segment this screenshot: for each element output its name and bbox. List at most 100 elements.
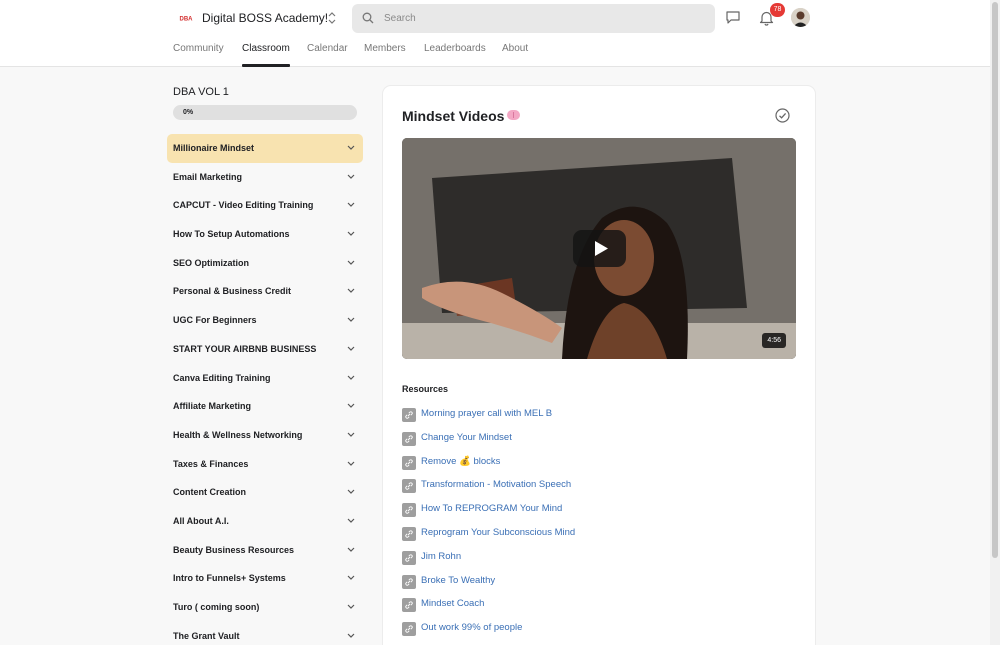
search-bar[interactable] [352, 4, 715, 33]
module-label: Canva Editing Training [173, 372, 271, 383]
module-item[interactable]: START YOUR AIRBNB BUSINESS [167, 335, 363, 364]
chevron-down-icon [347, 317, 355, 322]
link-icon [402, 550, 416, 565]
video-duration: 4:56 [762, 333, 786, 348]
module-label: START YOUR AIRBNB BUSINESS [173, 343, 317, 354]
lesson-title: Mindset Videos [402, 108, 521, 124]
group-logo[interactable]: DBA [177, 11, 195, 25]
module-item[interactable]: How To Setup Automations [167, 220, 363, 249]
resource-link[interactable]: How To REPROGRAM Your Mind [421, 503, 562, 514]
scrollbar-thumb[interactable] [992, 2, 998, 558]
module-item[interactable]: Beauty Business Resources [167, 536, 363, 565]
group-switcher-icon[interactable] [327, 9, 337, 27]
resource-link[interactable]: Morning prayer call with MEL B [421, 408, 552, 419]
chevron-down-icon [347, 403, 355, 409]
module-item[interactable]: Canva Editing Training [167, 364, 363, 393]
module-label: Intro to Funnels+ Systems [173, 573, 286, 584]
module-label: UGC For Beginners [173, 315, 257, 326]
resource-link[interactable]: Out work 99% of people [421, 622, 522, 633]
link-icon [402, 503, 416, 518]
module-item[interactable]: CAPCUT - Video Editing Training [167, 191, 363, 220]
link-icon [402, 598, 416, 613]
module-item[interactable]: Affiliate Marketing [167, 392, 363, 421]
chevron-down-icon [347, 604, 355, 609]
module-item[interactable]: Intro to Funnels+ Systems [167, 564, 363, 593]
link-icon [402, 622, 416, 637]
module-item[interactable]: SEO Optimization [167, 249, 363, 278]
chevron-down-icon [347, 346, 355, 351]
module-list: Millionaire Mindset Email Marketing CAPC… [167, 134, 363, 645]
resource-link[interactable]: Reprogram Your Subconscious Mind [421, 527, 575, 538]
main-nav: Community Classroom Calendar Members Lea… [0, 38, 990, 67]
brain-icon [507, 110, 521, 120]
tab-classroom[interactable]: Classroom [242, 38, 290, 67]
course-title: DBA VOL 1 [173, 86, 229, 98]
module-item[interactable]: Turo ( coming soon) [167, 593, 363, 622]
module-label: How To Setup Automations [173, 229, 290, 240]
module-label: CAPCUT - Video Editing Training [173, 200, 314, 211]
chevron-down-icon [347, 145, 355, 150]
module-label: Health & Wellness Networking [173, 429, 303, 440]
chevron-down-icon [347, 375, 355, 380]
chevron-down-icon [347, 461, 355, 466]
resource-link[interactable]: Jim Rohn [421, 551, 461, 562]
tab-leaderboards[interactable]: Leaderboards [424, 38, 486, 67]
mark-complete-check-icon[interactable] [775, 108, 790, 128]
chevron-down-icon [347, 547, 355, 552]
notification-badge: 78 [770, 3, 785, 17]
module-item[interactable]: UGC For Beginners [167, 306, 363, 335]
chevron-down-icon [347, 489, 355, 495]
resource-link[interactable]: Mindset Coach [421, 598, 484, 609]
module-item[interactable]: Millionaire Mindset [167, 134, 363, 163]
resource-link[interactable]: Transformation - Motivation Speech [421, 479, 571, 490]
play-button[interactable] [573, 230, 626, 267]
module-item[interactable]: Taxes & Finances [167, 450, 363, 479]
chevron-down-icon [347, 633, 355, 638]
avatar[interactable] [791, 8, 810, 27]
search-input[interactable] [384, 4, 704, 33]
chevron-down-icon [347, 289, 355, 294]
chevron-down-icon [347, 575, 355, 581]
top-header: DBA Digital BOSS Academy! 78 [0, 0, 990, 67]
chat-icon[interactable] [725, 10, 741, 30]
module-item[interactable]: Health & Wellness Networking [167, 421, 363, 450]
module-item[interactable]: Personal & Business Credit [167, 277, 363, 306]
module-label: Email Marketing [173, 171, 243, 182]
chevron-down-icon [347, 202, 355, 208]
page-scrollbar[interactable] [990, 0, 1000, 645]
lesson-title-text: Mindset Videos [402, 108, 505, 124]
link-icon [402, 408, 416, 422]
module-label: All About A.I. [173, 515, 229, 526]
tab-about[interactable]: About [502, 38, 528, 67]
chevron-down-icon [347, 260, 355, 265]
module-label: Affiliate Marketing [173, 401, 252, 412]
module-item[interactable]: Content Creation [167, 478, 363, 507]
module-item[interactable]: The Grant Vault [167, 622, 363, 645]
resources-heading: Resources [402, 384, 449, 394]
tab-calendar[interactable]: Calendar [307, 38, 348, 67]
tab-members[interactable]: Members [364, 38, 406, 67]
tab-community[interactable]: Community [173, 38, 224, 67]
link-icon [402, 526, 416, 541]
link-icon [402, 431, 416, 446]
link-icon [402, 455, 416, 470]
video-player[interactable]: 4:56 [402, 138, 796, 359]
search-icon [362, 12, 374, 24]
module-label: The Grant Vault [173, 630, 240, 641]
group-name[interactable]: Digital BOSS Academy! [202, 11, 328, 25]
module-item[interactable]: All About A.I. [167, 507, 363, 536]
course-progress-bar: 0% [173, 105, 357, 120]
chevron-down-icon [347, 432, 355, 437]
resource-link[interactable]: Broke To Wealthy [421, 575, 495, 586]
module-item[interactable]: Email Marketing [167, 163, 363, 192]
link-icon [402, 574, 416, 589]
svg-text:DBA: DBA [180, 17, 194, 23]
module-label: Taxes & Finances [173, 458, 249, 469]
resource-link[interactable]: Remove 💰 blocks [421, 456, 500, 467]
progress-label: 0% [183, 109, 194, 116]
chevron-down-icon [347, 174, 355, 179]
lesson-card: Mindset Videos 4:56 Resources Morning pr [383, 86, 815, 645]
module-label: Millionaire Mindset [173, 143, 255, 153]
link-icon [402, 479, 416, 494]
resource-link[interactable]: Change Your Mindset [421, 432, 512, 443]
